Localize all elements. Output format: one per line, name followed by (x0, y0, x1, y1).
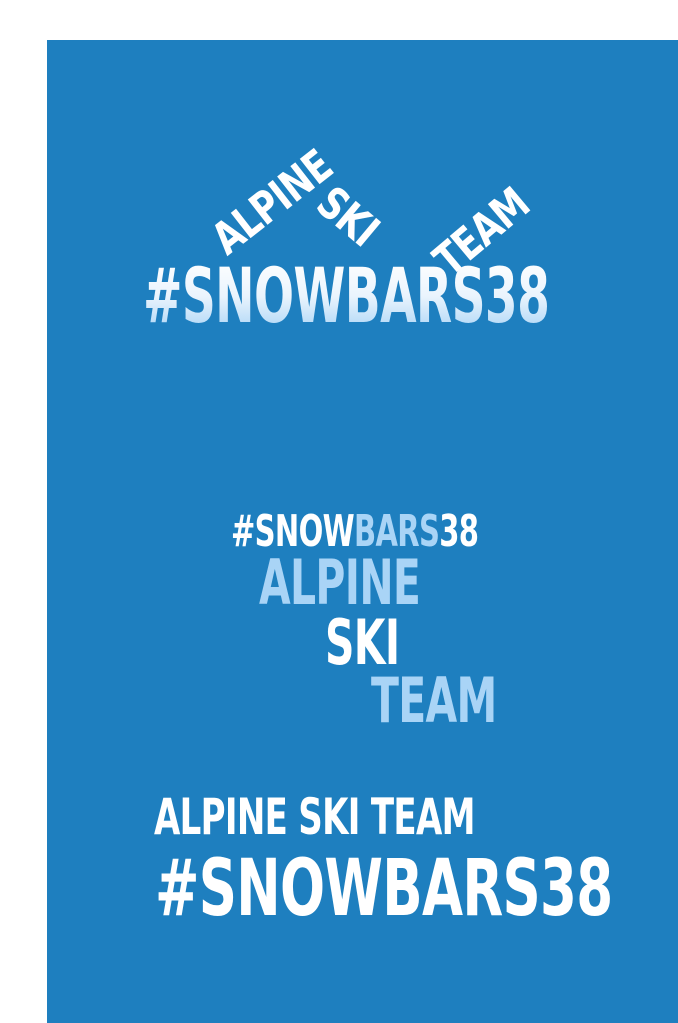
logo3-hashtag: #SNOWBARS38 (155, 844, 613, 934)
logo2-word-team: TEAM (371, 664, 497, 737)
logo2-hashtag-part3: 38 (439, 506, 479, 557)
logo-panel: ALPINE SKI TEAM #SNOWBARS38 #SNOWBARS38 … (47, 40, 678, 1023)
logo2-word-alpine: ALPINE (259, 546, 421, 619)
logo1-hashtag: #SNOWBARS38 (143, 251, 550, 340)
logo3-line1: ALPINE SKI TEAM (154, 788, 475, 846)
page: ALPINE SKI TEAM #SNOWBARS38 #SNOWBARS38 … (0, 0, 678, 1023)
